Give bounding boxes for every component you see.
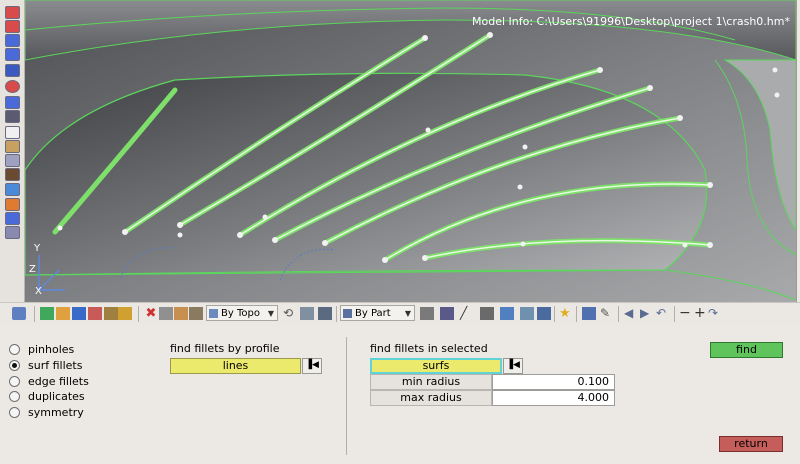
option-duplicates[interactable]: duplicates [9,388,85,404]
view-options-icon[interactable] [12,307,26,320]
shaded-icon[interactable] [5,64,20,77]
min-radius-input[interactable]: 0.100 [492,374,615,390]
max-radius-input[interactable]: 4.000 [492,390,615,406]
option-pinholes[interactable]: pinholes [9,341,74,357]
star-icon[interactable]: ★ [559,307,573,320]
radio-pinholes[interactable] [9,343,20,355]
mesh-icon[interactable] [420,307,434,320]
tag-icon[interactable] [5,198,20,211]
panel-divider [346,337,347,455]
text-icon[interactable] [5,154,20,167]
plane-icon[interactable] [480,307,494,320]
by-topo-select[interactable]: By Topo ▼ [206,305,278,321]
find-button[interactable]: find [710,342,783,358]
surfs-collector[interactable]: surfs [370,358,502,374]
selected-heading: find fillets in selected [370,342,488,355]
node-icon[interactable] [5,183,20,196]
option-surf-fillets[interactable]: surf fillets [9,357,82,373]
screen-icon[interactable] [5,212,20,225]
profile-heading: find fillets by profile [170,342,280,355]
view-icon[interactable] [5,48,20,61]
radio-edge-fillets[interactable] [9,375,20,387]
style-icon[interactable] [104,307,118,320]
screen-icon[interactable] [520,307,534,320]
count-icon[interactable] [5,110,20,123]
monitor-icon[interactable] [537,307,551,320]
cube-icon[interactable] [318,307,332,320]
grid-icon[interactable] [582,307,596,320]
main-toolbar: ✖ By Topo ▼ ⟲ By Part ▼ ╱ ★ ✎ ◀ ▶ ↶ − + ↷ [0,302,800,326]
delete-icon[interactable]: ✖ [144,307,158,320]
mask-tool-icon[interactable] [159,307,173,320]
axis-x-label: X [35,286,42,297]
option-edge-fillets[interactable]: edge fillets [9,373,89,389]
model-info-label: Model Info: C:\Users\91996\Desktop\proje… [472,15,790,28]
min-radius-label: min radius [370,374,492,390]
arrow-right-icon[interactable]: ▶ [640,307,654,320]
by-part-select[interactable]: By Part ▼ [340,305,415,321]
mask-icon[interactable] [5,20,20,33]
ids-icon[interactable] [5,96,20,109]
element-icon[interactable] [5,168,20,181]
undo-icon[interactable]: ↶ [656,307,670,320]
axis-z-label: Z [29,264,36,275]
measure-icon[interactable] [5,126,20,139]
axis-y-label: Y [34,243,41,254]
rotate-icon[interactable]: ⟲ [283,307,297,320]
radio-surf-fillets[interactable] [9,359,20,371]
option-symmetry[interactable]: symmetry [9,404,84,420]
transparency-icon[interactable] [88,307,102,320]
note-icon[interactable] [5,140,20,153]
wireframe-icon[interactable] [5,80,20,93]
fillet-panel: pinholes surf fillets edge fillets dupli… [0,325,800,464]
model-render [25,0,796,302]
redo-icon[interactable]: ↷ [708,307,722,320]
lines-collector[interactable]: lines [170,358,301,374]
pan-icon[interactable] [300,307,314,320]
lines-reset-button[interactable]: ▐◀ [302,358,322,374]
shade-icon[interactable] [72,307,86,320]
unmask-icon[interactable] [174,307,188,320]
return-button[interactable]: return [719,436,783,452]
radio-duplicates[interactable] [9,390,20,402]
line-icon[interactable]: ╱ [460,307,474,320]
find-icon[interactable] [5,34,20,47]
radio-symmetry[interactable] [9,406,20,418]
display-icon[interactable] [5,6,20,19]
solid-icon[interactable] [440,307,454,320]
layer-icon[interactable] [118,307,132,320]
delete-icon[interactable] [5,226,20,239]
find-attached-icon[interactable] [189,307,203,320]
surface-icon[interactable] [500,307,514,320]
color-icon[interactable] [56,307,70,320]
wrench-icon[interactable]: ✎ [600,307,614,320]
surfs-reset-button[interactable]: ▐◀ [503,358,523,374]
minus-icon[interactable]: − [679,306,693,320]
components-icon[interactable] [40,307,54,320]
plus-icon[interactable]: + [694,306,708,320]
arrow-left-icon[interactable]: ◀ [624,307,638,320]
left-icon-strip [0,0,25,302]
graphics-viewport[interactable]: Model Info: C:\Users\91996\Desktop\proje… [25,0,797,302]
max-radius-label: max radius [370,390,492,406]
